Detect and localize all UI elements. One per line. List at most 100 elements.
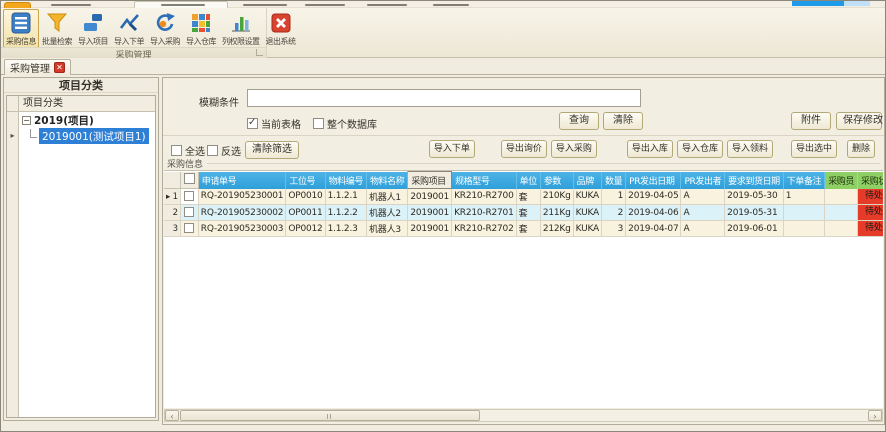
chevron-left-icon[interactable]: ‹: [165, 410, 179, 421]
tree-column-header[interactable]: 项目分类: [19, 96, 155, 112]
column-header-9[interactable]: 数量: [601, 172, 625, 189]
search-button[interactable]: 查询: [559, 112, 599, 130]
checkbox-icon[interactable]: [184, 173, 195, 184]
checkbox-icon[interactable]: [313, 118, 324, 129]
column-header-13[interactable]: 下单备注: [783, 172, 824, 189]
cell-7[interactable]: 211Kg: [540, 205, 573, 221]
checkbox-icon[interactable]: [207, 145, 218, 156]
cell-1[interactable]: OP0010: [286, 189, 325, 205]
cell-14[interactable]: [825, 189, 858, 205]
save-changes-button[interactable]: 保存修改: [836, 112, 882, 130]
cell-3[interactable]: 机器人1: [366, 189, 407, 205]
cell-12[interactable]: 2019-06-01: [725, 221, 784, 237]
action-button-2-0[interactable]: 导出入库: [627, 140, 673, 158]
cell-8[interactable]: KUKA: [573, 221, 601, 237]
ribbon-tab[interactable]: [243, 4, 287, 6]
cell-13[interactable]: [783, 205, 824, 221]
ribbon-button-batch-search[interactable]: 批量检索: [39, 9, 75, 48]
ribbon-button-import-order[interactable]: 导入下单: [111, 9, 147, 48]
cell-8[interactable]: KUKA: [573, 189, 601, 205]
cell-10[interactable]: 2019-04-07: [626, 221, 681, 237]
cell-10[interactable]: 2019-04-05: [626, 189, 681, 205]
cell-3[interactable]: 机器人2: [366, 205, 407, 221]
ribbon-tab[interactable]: [161, 4, 205, 6]
checkbox-icon[interactable]: [184, 223, 194, 233]
ribbon-tab[interactable]: [433, 4, 469, 6]
row-checkbox-cell[interactable]: [180, 189, 198, 205]
column-header-0[interactable]: 申请单号: [198, 172, 286, 189]
cell-0[interactable]: RQ-201905230002: [198, 205, 286, 221]
cell-13[interactable]: 1: [783, 189, 824, 205]
cell-1[interactable]: OP0011: [286, 205, 325, 221]
invert-selection-checkbox[interactable]: 反选: [207, 143, 241, 158]
cell-7[interactable]: 210Kg: [540, 189, 573, 205]
cell-5[interactable]: KR210-R2700: [452, 189, 517, 205]
column-header-5[interactable]: 规格型号: [452, 172, 517, 189]
action-button-3-0[interactable]: 导出选中: [791, 140, 837, 158]
action-button-1-0[interactable]: 导出询价: [501, 140, 547, 158]
select-all-column-header[interactable]: [180, 172, 198, 189]
action-button-2-2[interactable]: 导入领料: [727, 140, 773, 158]
cell-12[interactable]: 2019-05-30: [725, 189, 784, 205]
column-header-14[interactable]: 采购员: [825, 172, 858, 189]
clear-button[interactable]: 清除: [603, 112, 643, 130]
cell-8[interactable]: KUKA: [573, 205, 601, 221]
clear-filter-button[interactable]: 清除筛选: [245, 141, 299, 159]
grid-row-3[interactable]: 3RQ-201905230003OP00121.1.2.3机器人32019001…: [164, 221, 883, 237]
scrollbar-thumb[interactable]: [180, 410, 480, 421]
tree-expander-icon[interactable]: −: [22, 116, 31, 125]
checkbox-whole-database[interactable]: 整个数据库: [313, 116, 377, 131]
column-header-2[interactable]: 物料编号: [325, 172, 366, 189]
checkbox-icon[interactable]: [247, 118, 258, 129]
action-button-0-0[interactable]: 导入下单: [429, 140, 475, 158]
column-header-12[interactable]: 要求到货日期: [725, 172, 784, 189]
grid-row-1[interactable]: ▸ 1RQ-201905230001OP00101.1.2.1机器人120190…: [164, 189, 883, 205]
ribbon-button-import-warehouse[interactable]: 导入仓库: [183, 9, 219, 48]
attachment-button[interactable]: 附件: [791, 112, 831, 130]
column-header-10[interactable]: PR发出日期: [626, 172, 681, 189]
column-header-1[interactable]: 工位号: [286, 172, 325, 189]
checkbox-icon[interactable]: [171, 145, 182, 156]
cell-15[interactable]: 待处理: [858, 221, 884, 237]
tree-node-selected[interactable]: 2019001(测试项目1): [19, 128, 155, 144]
cell-7[interactable]: 212Kg: [540, 221, 573, 237]
ribbon-button-import-purchase[interactable]: 导入采购: [147, 9, 183, 48]
cell-11[interactable]: A: [681, 189, 725, 205]
cell-10[interactable]: 2019-04-06: [626, 205, 681, 221]
close-icon[interactable]: ✕: [54, 62, 65, 73]
ribbon-button-exit-system[interactable]: 退出系统: [263, 9, 299, 48]
dialog-launcher-icon[interactable]: [256, 49, 263, 56]
cell-6[interactable]: 套: [516, 189, 540, 205]
cell-14[interactable]: [825, 205, 858, 221]
action-button-4-0[interactable]: 删除: [847, 140, 875, 158]
checkbox-current-table[interactable]: 当前表格: [247, 116, 301, 131]
cell-3[interactable]: 机器人3: [366, 221, 407, 237]
cell-0[interactable]: RQ-201905230003: [198, 221, 286, 237]
document-tab-procurement[interactable]: 采购管理 ✕: [4, 59, 71, 75]
cell-9[interactable]: 3: [601, 221, 625, 237]
column-header-6[interactable]: 单位: [516, 172, 540, 189]
tree-node-item[interactable]: −2019(项目): [19, 112, 155, 128]
action-button-1-1[interactable]: 导入采购: [551, 140, 597, 158]
horizontal-scrollbar[interactable]: ‹ ›: [164, 409, 883, 422]
cell-11[interactable]: A: [681, 221, 725, 237]
grid-row-2[interactable]: 2RQ-201905230002OP00111.1.2.2机器人22019001…: [164, 205, 883, 221]
ribbon-button-import-project[interactable]: 导入项目: [75, 9, 111, 48]
row-checkbox-cell[interactable]: [180, 205, 198, 221]
cell-9[interactable]: 1: [601, 189, 625, 205]
cell-4[interactable]: 2019001: [408, 221, 452, 237]
cell-0[interactable]: RQ-201905230001: [198, 189, 286, 205]
cell-5[interactable]: KR210-R2701: [452, 205, 517, 221]
column-header-11[interactable]: PR发出者: [681, 172, 725, 189]
cell-6[interactable]: 套: [516, 221, 540, 237]
cell-2[interactable]: 1.1.2.2: [325, 205, 366, 221]
cell-6[interactable]: 套: [516, 205, 540, 221]
column-header-15[interactable]: 采购状态: [858, 172, 884, 189]
cell-12[interactable]: 2019-05-31: [725, 205, 784, 221]
action-button-2-1[interactable]: 导入仓库: [677, 140, 723, 158]
cell-4[interactable]: 2019001: [408, 189, 452, 205]
cell-2[interactable]: 1.1.2.1: [325, 189, 366, 205]
column-header-3[interactable]: 物料名称: [366, 172, 407, 189]
chevron-right-icon[interactable]: ›: [868, 410, 882, 421]
cell-15[interactable]: 待处理: [858, 205, 884, 221]
